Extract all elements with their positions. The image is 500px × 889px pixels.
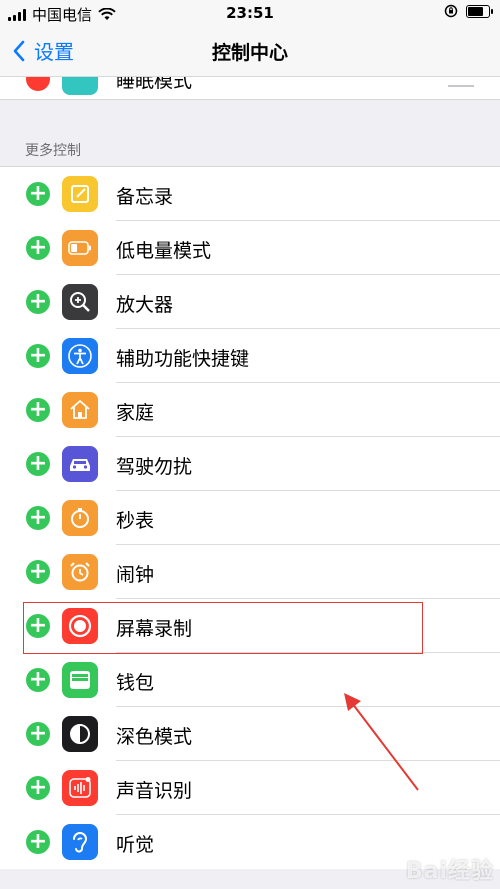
list-item-label: 驾驶勿扰 [116, 456, 193, 478]
battery-icon [62, 230, 98, 266]
list-item[interactable]: + 备忘录 [0, 167, 500, 221]
add-button[interactable]: + [26, 506, 50, 530]
list-item[interactable]: + 低电量模式 [0, 221, 500, 275]
list-item[interactable]: + 放大器 [0, 275, 500, 329]
reorder-handle-icon[interactable] [448, 77, 474, 87]
battery-icon [466, 4, 493, 18]
list-item-label: 屏幕录制 [116, 618, 193, 640]
add-button[interactable]: + [26, 290, 50, 314]
more-controls-list: + 备忘录 + 低电量模式 + 放大器 + 辅助功能快捷键 + 家庭 + 驾驶勿扰 + 秒表 + 闹钟 + 屏幕录… [0, 166, 500, 869]
status-bar: 中国电信 23:51 [0, 0, 500, 26]
list-item-label: 声音识别 [116, 780, 193, 802]
list-item[interactable]: + 深色模式 [0, 707, 500, 761]
section-header: 更多控制 [25, 143, 81, 159]
list-item[interactable]: + 钱包 [0, 653, 500, 707]
list-item[interactable]: + 驾驶勿扰 [0, 437, 500, 491]
stopwatch-icon [62, 500, 98, 536]
add-button[interactable]: + [26, 614, 50, 638]
list-item[interactable]: + 秒表 [0, 491, 500, 545]
add-button[interactable]: + [26, 776, 50, 800]
list-item-label: 钱包 [116, 672, 155, 694]
sleep-icon [62, 77, 98, 95]
navigation-bar: 设置 控制中心 [0, 26, 500, 77]
watermark: Bai经验 [405, 859, 494, 884]
add-button[interactable]: + [26, 722, 50, 746]
add-button[interactable]: + [26, 344, 50, 368]
list-item-label: 深色模式 [116, 726, 193, 748]
dark-mode-icon [62, 716, 98, 752]
list-item[interactable]: + 闹钟 [0, 545, 500, 599]
add-button[interactable]: + [26, 398, 50, 422]
add-button[interactable]: + [26, 830, 50, 854]
wallet-icon [62, 662, 98, 698]
included-control-label: 睡眠模式 [116, 77, 193, 92]
accessibility-icon [62, 338, 98, 374]
list-item-label: 闹钟 [116, 564, 155, 586]
page-title: 控制中心 [211, 42, 288, 64]
notes-icon [62, 176, 98, 212]
list-item[interactable]: + 屏幕录制 [0, 599, 500, 653]
car-icon [62, 446, 98, 482]
magnifier-icon [62, 284, 98, 320]
screen-record-icon [62, 608, 98, 644]
sound-recognition-icon [62, 770, 98, 806]
list-item-label: 低电量模式 [116, 240, 212, 262]
add-button[interactable]: + [26, 668, 50, 692]
add-button[interactable]: + [26, 452, 50, 476]
included-control-row[interactable]: 睡眠模式 [0, 77, 500, 100]
alarm-icon [62, 554, 98, 590]
list-item[interactable]: + 辅助功能快捷键 [0, 329, 500, 383]
ear-icon [62, 824, 98, 860]
rotation-lock-icon [444, 4, 458, 18]
list-item[interactable]: + 家庭 [0, 383, 500, 437]
home-icon [62, 392, 98, 428]
list-item-label: 家庭 [116, 402, 155, 424]
list-item-label: 备忘录 [116, 186, 174, 208]
add-button[interactable]: + [26, 560, 50, 584]
add-button[interactable]: + [26, 182, 50, 206]
list-item-label: 放大器 [116, 294, 174, 316]
list-item-label: 听觉 [116, 834, 155, 856]
list-item-label: 秒表 [116, 510, 155, 532]
list-item-label: 辅助功能快捷键 [116, 348, 250, 370]
status-right [444, 4, 493, 18]
status-time: 23:51 [226, 4, 274, 22]
list-item[interactable]: + 声音识别 [0, 761, 500, 815]
add-button[interactable]: + [26, 236, 50, 260]
remove-button[interactable] [26, 77, 50, 91]
